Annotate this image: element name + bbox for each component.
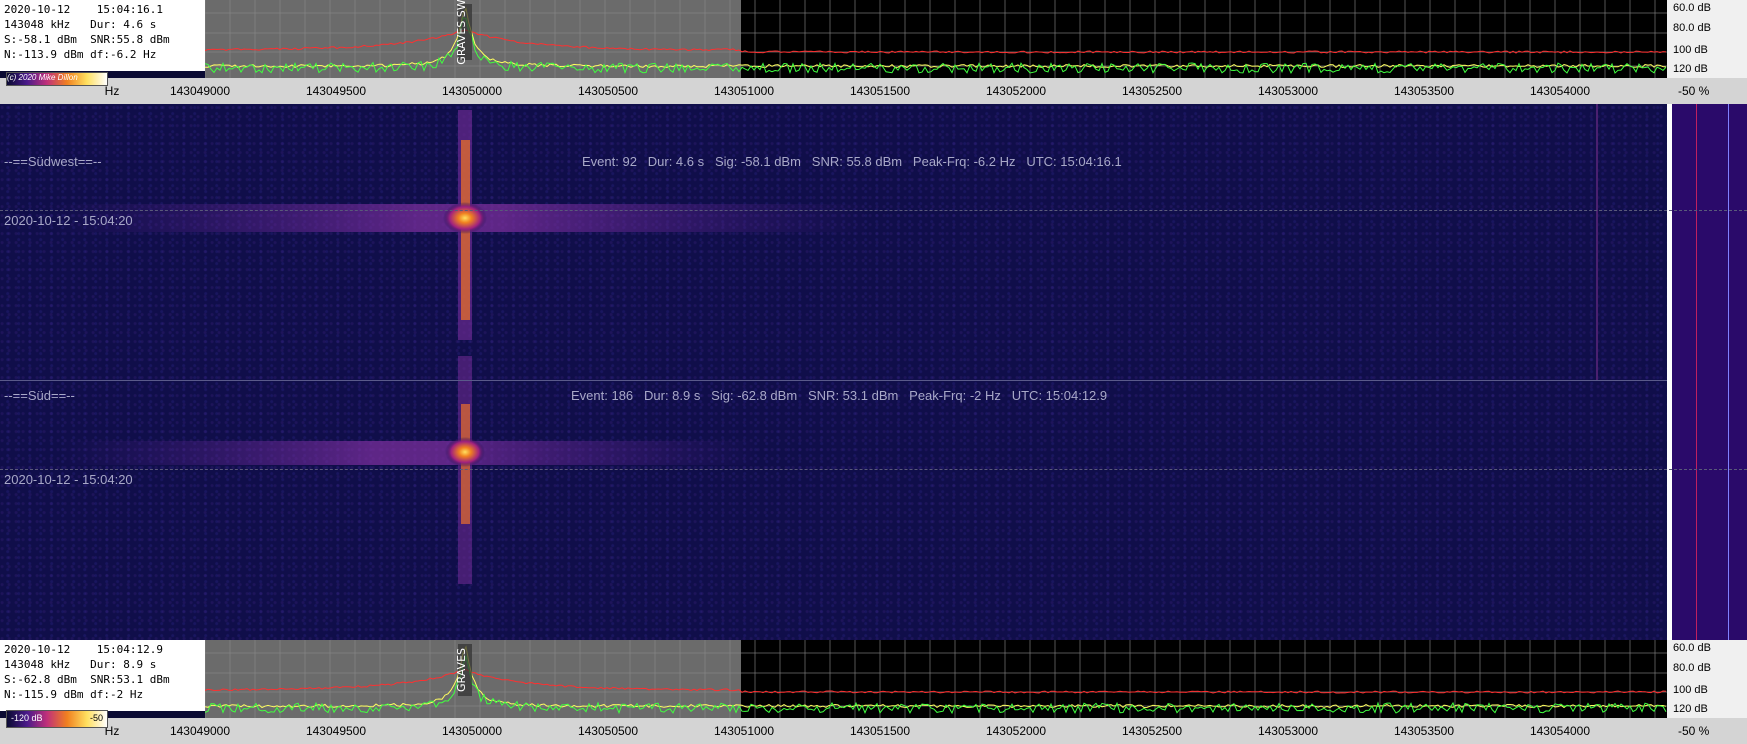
- carrier-line: [1596, 104, 1598, 380]
- frequency-scale: Hz 143049000 143049500 143050000 1430505…: [0, 78, 1747, 104]
- timestamp-1: 2020-10-12 - 15:04:20: [4, 213, 133, 228]
- channel-divider: [0, 380, 1667, 381]
- copyright-colorbar: (c) 2020 Mike Dillon: [6, 72, 108, 86]
- colorbar: -120 dB -50: [6, 710, 108, 728]
- time-marker-2: [0, 469, 1747, 470]
- timestamp-2: 2020-10-12 - 15:04:20: [4, 472, 133, 487]
- signal-spread-2: [60, 441, 760, 465]
- event-summary-1: Event: 92 Dur: 4.6 s Sig: -58.1 dBm SNR:…: [582, 154, 1122, 169]
- peak-label: GRAVES SW: [455, 0, 468, 65]
- bottom-spectrum-plot: GRAVES: [205, 640, 1667, 718]
- level-sidebar: [1672, 104, 1747, 640]
- frequency-scale: Hz 143049000 143049500 143050000 1430505…: [0, 718, 1747, 744]
- event-info-box: 2020-10-12 15:04:12.9 143048 kHz Dur: 8.…: [0, 640, 205, 711]
- signal-peak-1: [443, 202, 487, 234]
- signal-peak-2: [445, 437, 485, 467]
- top-spectrum-plot: GRAVES SW: [205, 0, 1667, 78]
- channel-name-2: --==Süd==--: [4, 388, 75, 403]
- waterfall-signals: [50, 110, 870, 584]
- db-scale: 60.0 dB 80.0 dB 100 dB 120 dB: [1667, 640, 1747, 718]
- bottom-spectrum-panel: GRAVES 60.0 dB 80.0 dB 100 dB 120 dB 202…: [0, 640, 1747, 744]
- yellow-trace: [205, 645, 1667, 709]
- top-spectrum-panel: GRAVES SW 60.0 dB 80.0 dB 100 dB 120 dB …: [0, 0, 1747, 104]
- peak-label: GRAVES: [455, 648, 468, 692]
- green-trace: [205, 17, 1667, 75]
- waterfall-display: [0, 104, 1667, 640]
- yellow-trace: [205, 7, 1667, 69]
- channel-name-1: --==Südwest==--: [4, 154, 102, 169]
- event-summary-2: Event: 186 Dur: 8.9 s Sig: -62.8 dBm SNR…: [571, 388, 1108, 403]
- db-scale: 60.0 dB 80.0 dB 100 dB 120 dB: [1667, 0, 1747, 78]
- event-info-box: 2020-10-12 15:04:16.1 143048 kHz Dur: 4.…: [0, 0, 205, 71]
- time-marker-1: [0, 210, 1747, 211]
- green-trace: [205, 654, 1667, 715]
